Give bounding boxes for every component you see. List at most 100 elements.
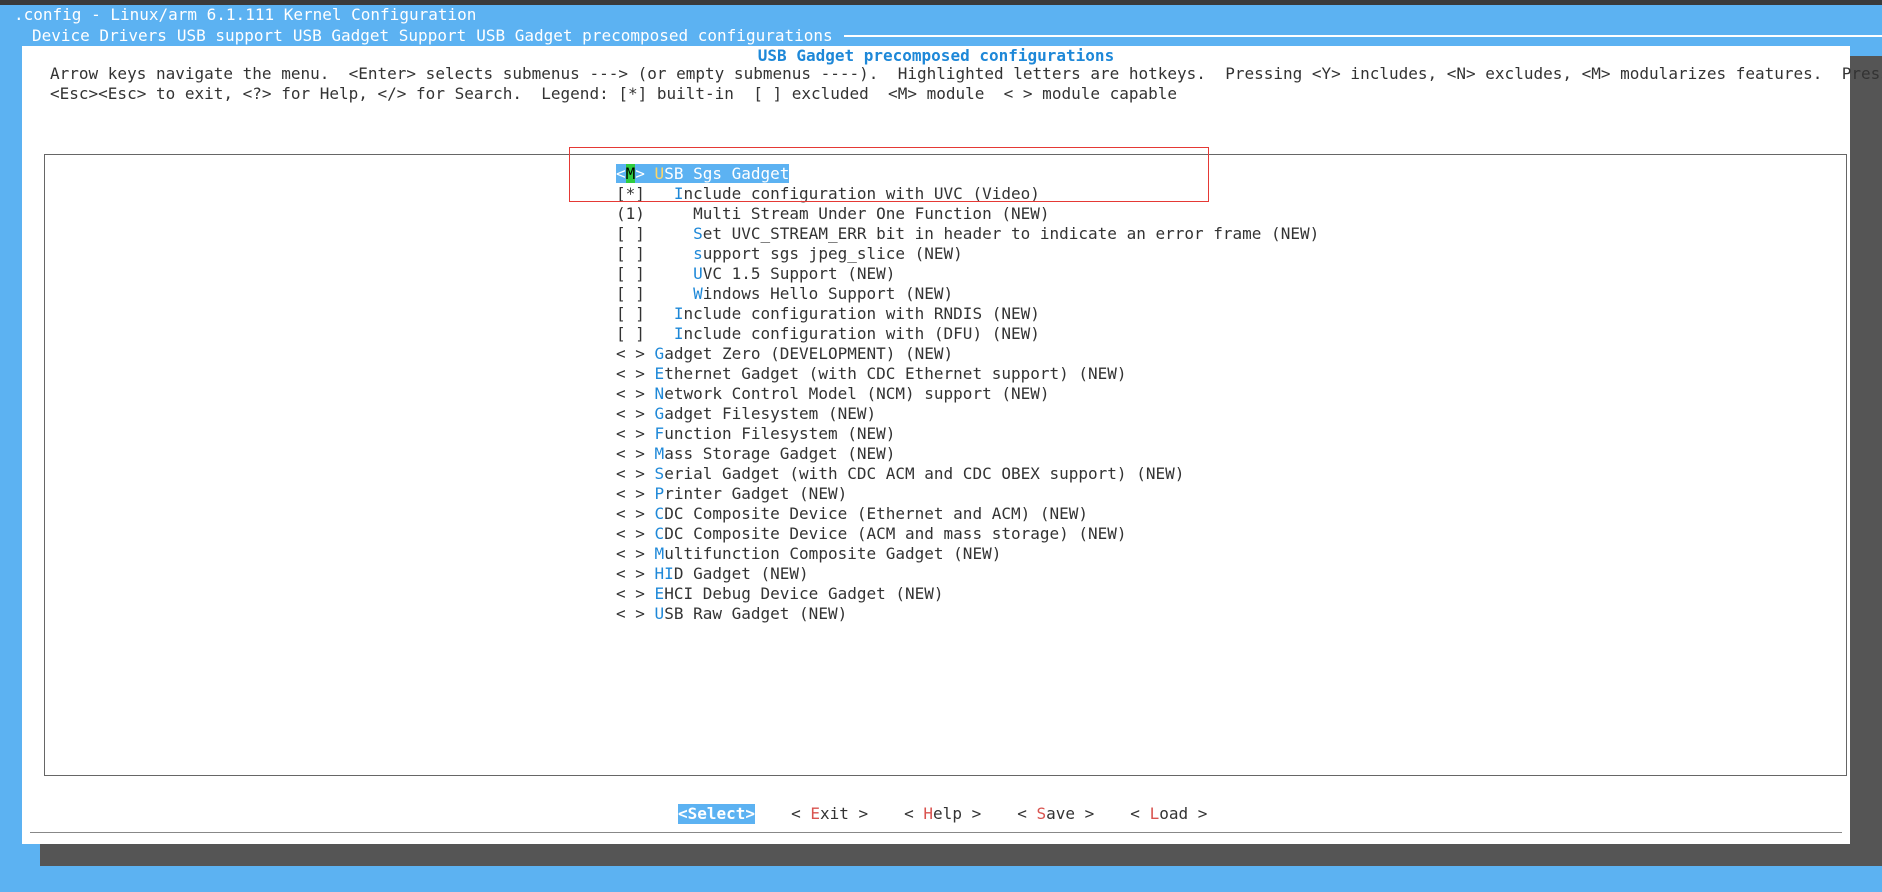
button-label: elp > xyxy=(933,804,982,823)
menu-item[interactable]: < > Ethernet Gadget (with CDC Ethernet s… xyxy=(616,364,1319,384)
item-marker: (1) xyxy=(616,204,645,223)
breadcrumb-item: USB Gadget precomposed configurations xyxy=(476,25,833,45)
item-hotkey: S xyxy=(693,224,703,243)
menu-item[interactable]: < > Network Control Model (NCM) support … xyxy=(616,384,1319,404)
item-label: indows Hello Support (NEW) xyxy=(702,284,954,303)
button-bracket: < xyxy=(1017,804,1037,823)
menu-item[interactable]: [ ] Set UVC_STREAM_ERR bit in header to … xyxy=(616,224,1319,244)
item-hotkey: C xyxy=(654,524,665,543)
item-marker: < > xyxy=(616,344,645,363)
item-marker: [ ] xyxy=(616,324,645,343)
item-spacer xyxy=(645,484,655,503)
item-spacer xyxy=(645,444,655,463)
item-label: rinter Gadget (NEW) xyxy=(664,484,848,503)
menu-item[interactable]: < > Function Filesystem (NEW) xyxy=(616,424,1319,444)
select-button[interactable]: <Select> xyxy=(678,804,756,824)
item-hotkey: F xyxy=(654,424,665,443)
item-hotkey: U xyxy=(654,604,665,623)
item-marker: < > xyxy=(616,484,645,503)
menu-item[interactable]: < > CDC Composite Device (Ethernet and A… xyxy=(616,504,1319,524)
button-hotkey: L xyxy=(1149,804,1160,823)
item-spacer xyxy=(645,384,655,403)
item-label: ass Storage Gadget (NEW) xyxy=(664,444,896,463)
item-spacer xyxy=(645,404,655,423)
item-hotkey: M xyxy=(654,544,665,563)
item-marker: < > xyxy=(616,464,645,483)
item-spacer xyxy=(645,584,655,603)
help-line: <Esc><Esc> to exit, <?> for Help, </> fo… xyxy=(50,84,1178,103)
window-title: .config - Linux/arm 6.1.111 Kernel Confi… xyxy=(14,5,477,24)
menu-item[interactable]: [ ] Include configuration with RNDIS (NE… xyxy=(616,304,1319,324)
item-hotkey: s xyxy=(693,244,703,263)
item-marker: < > xyxy=(616,524,645,543)
item-spacer xyxy=(645,264,655,283)
button-bar: <Select> < Exit > < Help > < Save > < Lo… xyxy=(678,804,1243,824)
item-spacer xyxy=(645,504,655,523)
help-text: Arrow keys navigate the menu. <Enter> se… xyxy=(50,64,1882,104)
menu-item[interactable]: < > Gadget Zero (DEVELOPMENT) (NEW) xyxy=(616,344,1319,364)
item-marker: < > xyxy=(616,404,645,423)
item-hotkey: I xyxy=(673,324,684,343)
item-hotkey: I xyxy=(673,304,684,323)
item-hotkey: E xyxy=(654,584,665,603)
button-label: oad > xyxy=(1159,804,1208,823)
item-spacer xyxy=(645,244,655,263)
menu-item[interactable]: < > Mass Storage Gadget (NEW) xyxy=(616,444,1319,464)
menu-item[interactable]: < > USB Raw Gadget (NEW) xyxy=(616,604,1319,624)
item-spacer xyxy=(645,284,655,303)
menu-item[interactable]: [ ] Include configuration with (DFU) (NE… xyxy=(616,324,1319,344)
item-marker: [ ] xyxy=(616,244,645,263)
item-label: ultifunction Composite Gadget (NEW) xyxy=(664,544,1002,563)
breadcrumb-item: USB Gadget Support xyxy=(292,25,467,45)
item-hotkey: C xyxy=(654,504,665,523)
button-label: xit > xyxy=(819,804,869,823)
item-hotkey: P xyxy=(654,484,665,503)
item-label: SB Raw Gadget (NEW) xyxy=(664,604,848,623)
menu-list: <M> USB Sgs Gadget [*] Include configura… xyxy=(616,164,1319,624)
save-button[interactable]: < Save > xyxy=(1017,804,1094,824)
button-hotkey: E xyxy=(810,804,820,823)
menu-item[interactable]: < > Gadget Filesystem (NEW) xyxy=(616,404,1319,424)
item-marker: [ ] xyxy=(616,284,645,303)
dialog-title: USB Gadget precomposed configurations xyxy=(757,46,1115,65)
item-label: nclude configuration with (DFU) (NEW) xyxy=(683,324,1040,343)
menu-item[interactable]: [ ] UVC 1.5 Support (NEW) xyxy=(616,264,1319,284)
button-bracket: < xyxy=(904,804,924,823)
item-label: Multi Stream Under One Function (NEW) xyxy=(693,204,1050,223)
item-spacer xyxy=(645,464,655,483)
menu-item[interactable]: < > Multifunction Composite Gadget (NEW) xyxy=(616,544,1319,564)
menu-item[interactable]: [ ] Windows Hello Support (NEW) xyxy=(616,284,1319,304)
item-label: DC Composite Device (ACM and mass storag… xyxy=(664,524,1127,543)
item-label: unction Filesystem (NEW) xyxy=(664,424,896,443)
item-hotkey: HI xyxy=(654,564,674,583)
item-label: nclude configuration with RNDIS (NEW) xyxy=(683,304,1040,323)
menu-item[interactable]: < > Serial Gadget (with CDC ACM and CDC … xyxy=(616,464,1319,484)
help-line: Arrow keys navigate the menu. <Enter> se… xyxy=(50,64,1882,83)
item-spacer xyxy=(645,304,655,323)
help-button[interactable]: < Help > xyxy=(904,804,981,824)
item-spacer xyxy=(645,604,655,623)
load-button[interactable]: < Load > xyxy=(1130,804,1207,824)
item-indent xyxy=(655,304,674,323)
item-marker: < > xyxy=(616,604,645,623)
button-bracket: < xyxy=(1130,804,1150,823)
item-marker: [ ] xyxy=(616,264,645,283)
menu-item[interactable]: (1) Multi Stream Under One Function (NEW… xyxy=(616,204,1319,224)
item-hotkey: E xyxy=(654,364,665,383)
menu-item[interactable]: < > HID Gadget (NEW) xyxy=(616,564,1319,584)
item-indent xyxy=(655,204,694,223)
item-marker: < > xyxy=(616,564,645,583)
menu-item[interactable]: < > CDC Composite Device (ACM and mass s… xyxy=(616,524,1319,544)
breadcrumb: Device Drivers USB support USB Gadget Su… xyxy=(22,24,1882,46)
menu-items: [*] Include configuration with UVC (Vide… xyxy=(616,184,1319,624)
item-label: D Gadget (NEW) xyxy=(673,564,809,583)
item-hotkey: S xyxy=(654,464,665,483)
item-spacer xyxy=(645,424,655,443)
breadcrumb-item: Device Drivers xyxy=(32,25,167,45)
exit-button[interactable]: < Exit > xyxy=(791,804,868,824)
menu-item[interactable]: < > EHCI Debug Device Gadget (NEW) xyxy=(616,584,1319,604)
button-hotkey: S xyxy=(1036,804,1047,823)
item-label: adget Zero (DEVELOPMENT) (NEW) xyxy=(664,344,954,363)
menu-item[interactable]: < > Printer Gadget (NEW) xyxy=(616,484,1319,504)
menu-item[interactable]: [ ] support sgs jpeg_slice (NEW) xyxy=(616,244,1319,264)
